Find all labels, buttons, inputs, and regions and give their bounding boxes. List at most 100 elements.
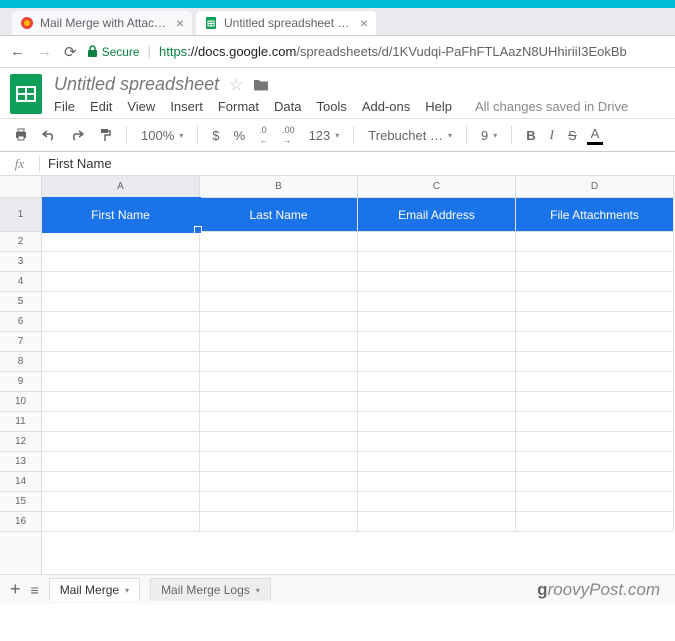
cell[interactable] [358, 312, 516, 332]
row-header[interactable]: 1 [0, 198, 41, 232]
sheets-logo-icon[interactable] [10, 74, 42, 114]
cell[interactable] [358, 472, 516, 492]
cell[interactable] [200, 432, 358, 452]
url-field[interactable]: https://docs.google.com/spreadsheets/d/1… [159, 44, 627, 59]
cell[interactable] [516, 392, 674, 412]
menu-insert[interactable]: Insert [170, 99, 203, 114]
zoom-dropdown[interactable]: 100% [137, 126, 187, 145]
cell[interactable] [516, 432, 674, 452]
add-sheet-button[interactable]: + [10, 579, 21, 600]
font-size-dropdown[interactable]: 9 [477, 126, 501, 145]
cell[interactable] [358, 292, 516, 312]
select-all-corner[interactable] [0, 176, 41, 198]
secure-badge[interactable]: Secure [87, 45, 140, 59]
menu-edit[interactable]: Edit [90, 99, 112, 114]
cell-b1[interactable]: Last Name [200, 198, 358, 232]
browser-tab-mailmerge[interactable]: Mail Merge with Attachm × [12, 11, 192, 35]
decrease-decimal-button[interactable]: .0← [255, 123, 272, 147]
cell[interactable] [200, 232, 358, 252]
cell[interactable] [200, 332, 358, 352]
cell-d1[interactable]: File Attachments [516, 198, 674, 232]
menu-addons[interactable]: Add-ons [362, 99, 410, 114]
cell[interactable] [516, 372, 674, 392]
cell[interactable] [200, 292, 358, 312]
cell[interactable] [358, 512, 516, 532]
cell[interactable] [42, 332, 200, 352]
cell[interactable] [42, 312, 200, 332]
cell[interactable] [42, 252, 200, 272]
row-header[interactable]: 3 [0, 252, 41, 272]
menu-help[interactable]: Help [425, 99, 452, 114]
row-header[interactable]: 14 [0, 472, 41, 492]
column-header[interactable]: A [42, 176, 200, 197]
cell[interactable] [516, 512, 674, 532]
formula-input[interactable]: First Name [40, 156, 112, 171]
close-icon[interactable]: × [176, 15, 184, 31]
menu-view[interactable]: View [127, 99, 155, 114]
fx-label[interactable]: fx [0, 156, 40, 172]
menu-file[interactable]: File [54, 99, 75, 114]
redo-button[interactable] [66, 127, 88, 143]
row-header[interactable]: 8 [0, 352, 41, 372]
cell[interactable] [516, 252, 674, 272]
cell[interactable] [358, 252, 516, 272]
cell[interactable] [42, 452, 200, 472]
column-header[interactable]: B [200, 176, 358, 197]
font-dropdown[interactable]: Trebuchet … [364, 126, 456, 145]
sheet-tab-mailmergelogs[interactable]: Mail Merge Logs [150, 578, 271, 601]
cell[interactable] [200, 352, 358, 372]
cell[interactable] [516, 492, 674, 512]
row-header[interactable]: 13 [0, 452, 41, 472]
cell[interactable] [42, 512, 200, 532]
row-header[interactable]: 6 [0, 312, 41, 332]
menu-format[interactable]: Format [218, 99, 259, 114]
cell[interactable] [358, 232, 516, 252]
cell[interactable] [42, 272, 200, 292]
back-button[interactable]: ← [8, 43, 27, 60]
row-header[interactable]: 7 [0, 332, 41, 352]
cell[interactable] [200, 272, 358, 292]
cell[interactable] [358, 492, 516, 512]
row-header[interactable]: 4 [0, 272, 41, 292]
bold-button[interactable]: B [522, 126, 539, 145]
cell[interactable] [358, 372, 516, 392]
cell[interactable] [42, 232, 200, 252]
cell[interactable] [516, 312, 674, 332]
cell[interactable] [516, 412, 674, 432]
text-color-button[interactable]: A [587, 126, 604, 145]
column-header[interactable]: D [516, 176, 674, 197]
cell[interactable] [42, 492, 200, 512]
row-header[interactable]: 11 [0, 412, 41, 432]
row-header[interactable]: 2 [0, 232, 41, 252]
cell[interactable] [358, 452, 516, 472]
close-icon[interactable]: × [360, 15, 368, 31]
reload-button[interactable]: ⟳ [62, 43, 79, 61]
column-header[interactable]: C [358, 176, 516, 197]
cell[interactable] [358, 432, 516, 452]
cell[interactable] [516, 472, 674, 492]
row-header[interactable]: 15 [0, 492, 41, 512]
cell[interactable] [42, 472, 200, 492]
print-button[interactable] [10, 126, 32, 144]
cell[interactable] [200, 392, 358, 412]
cell[interactable] [516, 452, 674, 472]
paint-format-button[interactable] [94, 126, 116, 144]
row-header[interactable]: 10 [0, 392, 41, 412]
cell[interactable] [200, 492, 358, 512]
document-title[interactable]: Untitled spreadsheet [54, 74, 219, 95]
cell[interactable] [42, 392, 200, 412]
format-currency-button[interactable]: $ [208, 126, 223, 145]
cell[interactable] [200, 452, 358, 472]
cell-a1[interactable]: First Name [42, 198, 200, 232]
strikethrough-button[interactable]: S [564, 126, 581, 145]
cell[interactable] [516, 232, 674, 252]
cell[interactable] [516, 352, 674, 372]
all-sheets-button[interactable]: ≡ [31, 582, 39, 598]
browser-tab-sheets[interactable]: Untitled spreadsheet - G × [196, 11, 376, 35]
menu-tools[interactable]: Tools [316, 99, 346, 114]
cell-c1[interactable]: Email Address [358, 198, 516, 232]
cell[interactable] [200, 412, 358, 432]
folder-icon[interactable] [253, 78, 269, 91]
row-header[interactable]: 9 [0, 372, 41, 392]
increase-decimal-button[interactable]: .00→ [278, 123, 299, 147]
